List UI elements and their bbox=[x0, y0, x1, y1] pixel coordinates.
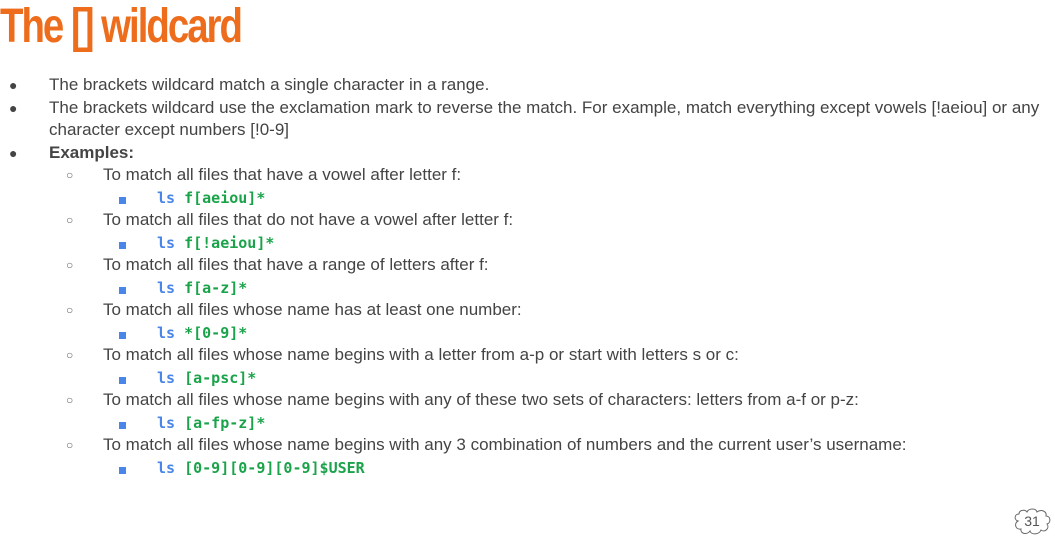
square-bullet-icon bbox=[119, 458, 126, 481]
bullet-item: ● The brackets wildcard match a single c… bbox=[0, 74, 1055, 97]
examples-heading: Examples: bbox=[49, 142, 135, 162]
command-argument: [a-fp-z]* bbox=[184, 413, 266, 432]
example-description: ○ To match all files whose name has at l… bbox=[0, 299, 1055, 322]
example-command: ls f[a-z]* bbox=[0, 277, 1055, 300]
bullet-dot-icon: ● bbox=[9, 77, 18, 93]
example-text: To match all files that have a range of … bbox=[103, 255, 489, 274]
command-name: ls bbox=[157, 413, 176, 432]
command-name: ls bbox=[157, 458, 176, 477]
command-argument: [0-9][0-9][0-9]$USER bbox=[184, 458, 365, 477]
square-bullet-icon bbox=[119, 233, 126, 256]
example-description: ○ To match all files whose name begins w… bbox=[0, 434, 1055, 457]
example-text: To match all files whose name begins wit… bbox=[103, 390, 859, 409]
bullet-item: ● Examples: bbox=[0, 142, 1055, 165]
example-description: ○ To match all files whose name begins w… bbox=[0, 389, 1055, 412]
example-description: ○ To match all files that do not have a … bbox=[0, 209, 1055, 232]
bullet-list: ● The brackets wildcard match a single c… bbox=[0, 74, 1055, 479]
page-number-badge: 31 bbox=[1012, 508, 1052, 536]
bullet-item: ● The brackets wildcard use the exclamat… bbox=[0, 97, 1055, 142]
example-command: ls [0-9][0-9][0-9]$USER bbox=[0, 457, 1055, 480]
command-argument: f[!aeiou]* bbox=[184, 233, 275, 252]
square-bullet-icon bbox=[119, 278, 126, 301]
circle-bullet-icon: ○ bbox=[66, 438, 74, 452]
example-text: To match all files that have a vowel aft… bbox=[103, 165, 462, 184]
example-command: ls [a-fp-z]* bbox=[0, 412, 1055, 435]
example-text: To match all files that do not have a vo… bbox=[103, 210, 514, 229]
command-argument: f[a-z]* bbox=[184, 278, 248, 297]
example-description: ○ To match all files that have a vowel a… bbox=[0, 164, 1055, 187]
example-command: ls f[!aeiou]* bbox=[0, 232, 1055, 255]
square-bullet-icon bbox=[119, 368, 126, 391]
example-text: To match all files whose name begins wit… bbox=[103, 345, 739, 364]
circle-bullet-icon: ○ bbox=[66, 303, 74, 317]
circle-bullet-icon: ○ bbox=[66, 348, 74, 362]
command-argument: f[aeiou]* bbox=[184, 188, 266, 207]
example-command: ls f[aeiou]* bbox=[0, 187, 1055, 210]
command-argument: *[0-9]* bbox=[184, 323, 248, 342]
command-name: ls bbox=[157, 233, 176, 252]
page-number: 31 bbox=[1024, 513, 1040, 529]
bullet-dot-icon: ● bbox=[9, 99, 18, 116]
circle-bullet-icon: ○ bbox=[66, 213, 74, 227]
square-bullet-icon bbox=[119, 188, 126, 211]
example-command: ls [a-psc]* bbox=[0, 367, 1055, 390]
command-name: ls bbox=[157, 278, 176, 297]
command-name: ls bbox=[157, 323, 176, 342]
circle-bullet-icon: ○ bbox=[66, 393, 74, 407]
bullet-text: The brackets wildcard match a single cha… bbox=[49, 75, 490, 94]
bullet-text: The brackets wildcard use the exclamatio… bbox=[49, 97, 1040, 140]
example-description: ○ To match all files that have a range o… bbox=[0, 254, 1055, 277]
example-text: To match all files whose name has at lea… bbox=[103, 300, 522, 319]
example-text: To match all files whose name begins wit… bbox=[103, 435, 907, 454]
circle-bullet-icon: ○ bbox=[66, 258, 74, 272]
square-bullet-icon bbox=[119, 323, 126, 346]
square-bullet-icon bbox=[119, 413, 126, 436]
command-name: ls bbox=[157, 188, 176, 207]
slide-title: The [] wildcard bbox=[0, 0, 243, 53]
command-name: ls bbox=[157, 368, 176, 387]
command-argument: [a-psc]* bbox=[184, 368, 257, 387]
circle-bullet-icon: ○ bbox=[66, 168, 74, 182]
bullet-dot-icon: ● bbox=[9, 144, 18, 161]
example-description: ○ To match all files whose name begins w… bbox=[0, 344, 1055, 367]
example-command: ls *[0-9]* bbox=[0, 322, 1055, 345]
